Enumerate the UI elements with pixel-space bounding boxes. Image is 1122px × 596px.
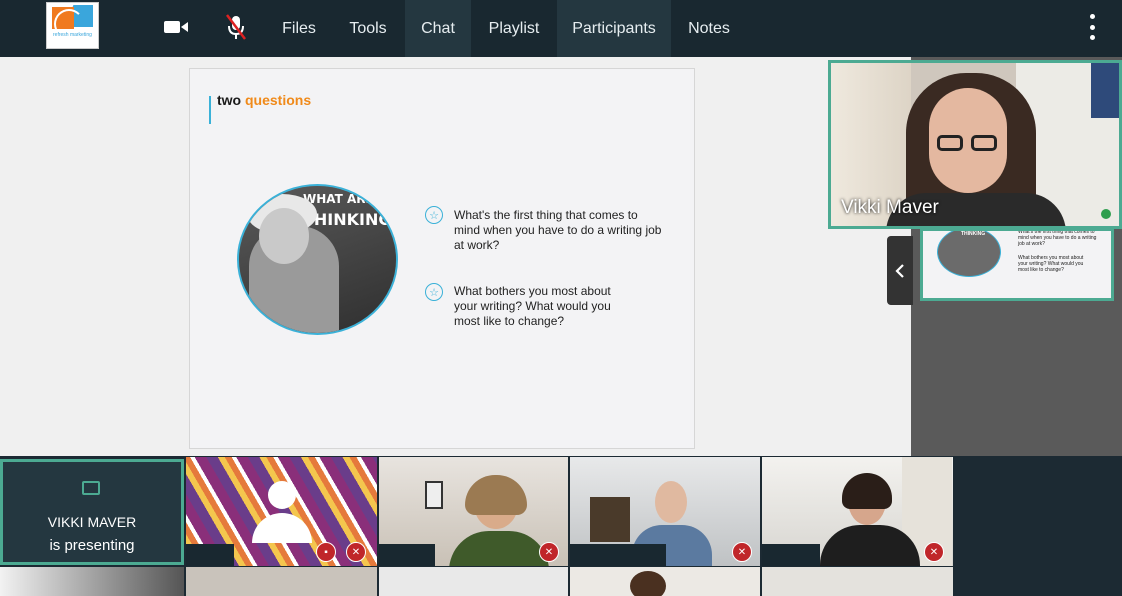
company-logo: refresh marketing [46,2,99,49]
mic-muted-icon: ✕ [732,542,752,562]
chalk-text-1: WHAT ARE [303,192,374,206]
presenter-video[interactable]: Vikki Maver [828,60,1122,229]
mic-muted-icon: ✕ [924,542,944,562]
participant-tile[interactable] [186,567,377,596]
slide-thumbnail[interactable]: THINKING What's the first thing that com… [920,228,1114,301]
screen-share-icon [82,481,100,495]
thumbnail-question-1: What's the first thing that comes to min… [1018,229,1097,247]
slide-title: two questions [217,92,311,108]
participant-tile[interactable] [0,567,184,596]
tab-files[interactable]: Files [270,0,328,57]
slide: two questions WHAT ARE THINKING ☆ What's… [189,68,695,449]
more-options-icon[interactable] [1082,12,1102,42]
participant-tile[interactable]: ▪ ✕ [186,457,377,566]
participant-name-bar [570,544,666,566]
presenter-name: Vikki Maver [841,197,939,218]
active-speaker-indicator [1101,209,1111,219]
tab-tools[interactable]: Tools [336,0,400,57]
participant-tile[interactable] [570,567,760,596]
tab-chat[interactable]: Chat [405,0,471,57]
tab-playlist[interactable]: Playlist [475,0,553,57]
presenting-name: VIKKI MAVER [47,514,137,530]
chevron-left-icon[interactable] [887,236,913,305]
participant-name-bar [379,544,435,566]
participant-tile[interactable]: ✕ [570,457,760,566]
participant-tile[interactable]: ✕ [762,457,953,566]
participant-tile[interactable]: ✕ [379,457,568,566]
question-1: What's the first thing that comes to min… [454,208,662,252]
camera-icon[interactable] [162,14,190,40]
logo-text: refresh marketing [53,32,92,38]
participant-tile[interactable] [762,567,953,596]
avatar-icon [268,481,296,509]
mic-muted-icon[interactable] [222,14,250,40]
mic-muted-icon: ✕ [346,542,366,562]
participant-name-bar [186,544,234,566]
einstein-portrait: WHAT ARE THINKING [237,184,398,335]
slide-title-part2: questions [245,92,312,108]
top-toolbar: refresh marketing Files Tools Chat Playl… [0,0,1122,57]
camera-off-icon: ▪ [316,542,336,562]
presenting-tile: VIKKI MAVER is presenting [0,459,184,565]
star-icon: ☆ [425,283,443,301]
presentation-stage: two questions WHAT ARE THINKING ☆ What's… [0,57,911,456]
participant-tile[interactable] [379,567,568,596]
presenting-status: is presenting [49,537,135,554]
mic-muted-icon: ✕ [539,542,559,562]
question-2: What bothers you most about your writing… [454,284,611,328]
tab-notes[interactable]: Notes [676,0,742,57]
star-icon: ☆ [425,206,443,224]
thumbnail-question-2: What bothers you most about your writing… [1018,255,1084,273]
slide-accent-bar [209,96,211,124]
participant-name-bar [762,544,820,566]
thumbnail-chalk: THINKING [961,231,986,237]
slide-title-part1: two [217,92,242,108]
tab-participants[interactable]: Participants [557,0,671,57]
